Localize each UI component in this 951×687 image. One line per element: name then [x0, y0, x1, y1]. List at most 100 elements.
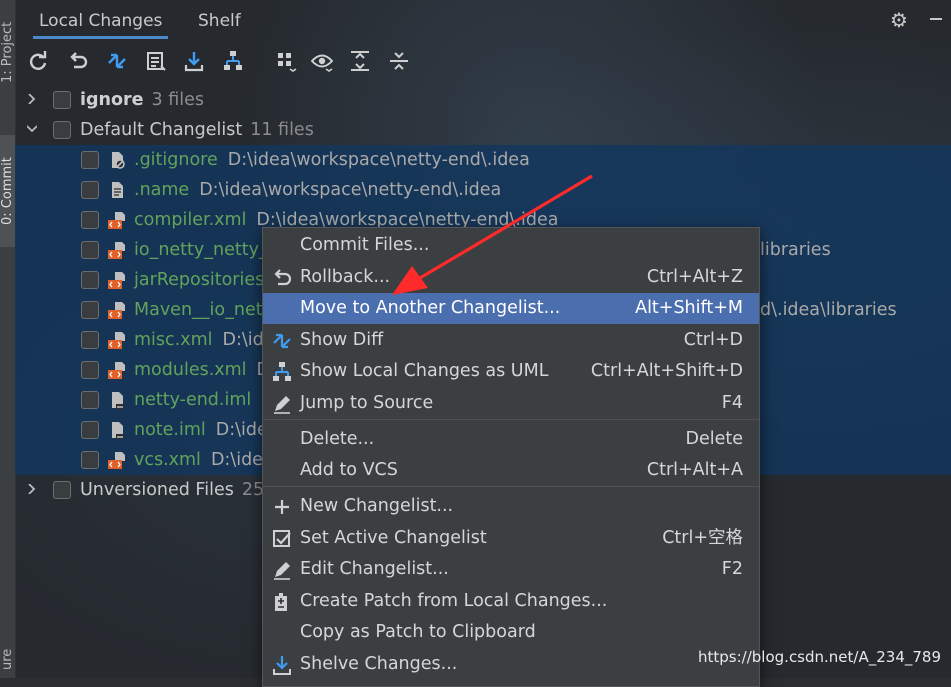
file-name: modules.xml: [134, 360, 247, 380]
diff-icon: [106, 50, 128, 72]
changelist-name: Default Changelist: [80, 120, 242, 140]
menu-item-create-patch[interactable]: Create Patch from Local Changes...: [263, 586, 759, 617]
menu-item-label: Show Diff: [300, 325, 383, 356]
checkbox[interactable]: [81, 301, 99, 319]
checkbox-check-icon: [271, 528, 293, 550]
checkbox[interactable]: [81, 181, 99, 199]
refresh-button[interactable]: [25, 48, 51, 74]
menu-item-show-diff[interactable]: Show DiffCtrl+D: [263, 325, 759, 356]
left-tool-strip: 1: Project 0: Commit ure: [0, 0, 16, 678]
checkbox[interactable]: [81, 151, 99, 169]
menu-item-label: Commit Files...: [300, 230, 429, 261]
view-options-button[interactable]: [309, 48, 335, 74]
menu-item-set-active-changelist[interactable]: Set Active ChangelistCtrl+空格: [263, 523, 759, 554]
checkbox[interactable]: [81, 331, 99, 349]
minimize-icon[interactable]: [930, 18, 942, 20]
gitignore-file-icon: [107, 150, 127, 170]
chevron-right-icon[interactable]: [27, 484, 37, 494]
menu-item-label: Move to Another Changelist...: [300, 293, 560, 324]
menu-item-shortcut: F4: [722, 388, 743, 419]
menu-item-commit-files[interactable]: Commit Files...: [263, 230, 759, 261]
menu-item-shelve-changes[interactable]: Shelve Changes...: [263, 649, 759, 680]
checkbox[interactable]: [81, 361, 99, 379]
iml-file-icon: [107, 420, 127, 440]
checkbox[interactable]: [53, 91, 71, 109]
watermark: https://blog.csdn.net/A_234_789: [698, 648, 941, 666]
edit-pencil-icon: [271, 393, 293, 415]
tab-shelf[interactable]: Shelf: [192, 8, 247, 36]
file-row[interactable]: .nameD:\idea\workspace\netty-end\.idea: [15, 175, 951, 205]
show-diff-button[interactable]: [104, 48, 130, 74]
collapse-all-icon: [388, 50, 410, 72]
menu-item-shortcut: Ctrl+空格: [662, 523, 743, 554]
uml-button[interactable]: [220, 48, 246, 74]
checkbox[interactable]: [81, 241, 99, 259]
menu-item-shortcut: Ctrl+Alt+Shift+D: [591, 356, 743, 387]
menu-item-label: Shelve Changes...: [300, 649, 457, 680]
file-count: 3 files: [152, 90, 204, 110]
menu-item-add-to-vcs[interactable]: Add to VCS Ctrl+Alt+A: [263, 455, 759, 486]
file-path: D:\idea\workspace\netty-end\.idea: [228, 150, 530, 170]
menu-item-show-uml[interactable]: Show Local Changes as UML Ctrl+Alt+Shift+…: [263, 356, 759, 387]
structure-tool-tab[interactable]: ure: [0, 640, 15, 678]
menu-item-label: Add to VCS: [300, 455, 398, 486]
menu-item-delete[interactable]: Delete...Delete: [263, 424, 759, 455]
menu-separator: [263, 419, 759, 420]
file-path: D:\idea\workspace\netty-end\.idea: [199, 180, 501, 200]
xml-file-icon: [107, 240, 127, 260]
checkbox[interactable]: [81, 451, 99, 469]
file-path: D:\ide: [216, 420, 268, 440]
menu-item-label: Create Patch from Local Changes...: [300, 586, 607, 617]
xml-file-icon: [107, 270, 127, 290]
menu-item-jump-to-source[interactable]: Jump to Source F4: [263, 388, 759, 419]
checkbox[interactable]: [81, 391, 99, 409]
uml-icon: [271, 361, 293, 383]
menu-item-move-to-another-changelist[interactable]: Move to Another Changelist... Alt+Shift+M: [263, 293, 759, 324]
file-name: Maven__io_net: [134, 300, 263, 320]
menu-item-copy-as-patch[interactable]: Copy as Patch to Clipboard: [263, 617, 759, 648]
iml-file-icon: [107, 390, 127, 410]
checkbox[interactable]: [81, 421, 99, 439]
menu-item-label: Show Local Changes as UML: [300, 356, 548, 387]
file-row[interactable]: .gitignoreD:\idea\workspace\netty-end\.i…: [15, 145, 951, 175]
menu-item-shortcut: Alt+Shift+M: [635, 293, 743, 324]
file-count: 25: [242, 480, 264, 500]
menu-item-label: Edit Changelist...: [300, 554, 449, 585]
diff-icon: [271, 330, 293, 352]
file-name: netty-end.iml: [134, 390, 251, 410]
changelist-button[interactable]: [143, 48, 169, 74]
project-tab-label: 1: Project: [0, 22, 15, 83]
changelist-default-row[interactable]: Default Changelist11 files: [15, 115, 951, 145]
shelve-button[interactable]: [181, 48, 207, 74]
shelve-icon: [183, 50, 205, 72]
project-tool-tab[interactable]: 1: Project: [0, 0, 15, 105]
collapse-all-button[interactable]: [386, 48, 412, 74]
menu-item-shortcut: Ctrl+Alt+A: [647, 455, 743, 486]
tab-local-changes[interactable]: Local Changes: [33, 8, 168, 39]
menu-item-label: New Changelist...: [300, 491, 453, 522]
commit-tool-tab[interactable]: 0: Commit: [0, 135, 15, 247]
checkbox[interactable]: [81, 271, 99, 289]
uml-icon: [222, 50, 244, 72]
checkbox[interactable]: [53, 121, 71, 139]
checkbox[interactable]: [53, 481, 71, 499]
xml-file-icon: [107, 360, 127, 380]
group-by-icon: [275, 50, 297, 72]
group-by-button[interactable]: [273, 48, 299, 74]
commit-tab-label: 0: Commit: [0, 157, 15, 225]
rollback-button[interactable]: [65, 48, 91, 74]
file-name: misc.xml: [134, 330, 212, 350]
changelist-ignore-row[interactable]: ignore3 files: [15, 85, 951, 115]
checkbox[interactable]: [81, 211, 99, 229]
menu-item-edit-changelist[interactable]: Edit Changelist...F2: [263, 554, 759, 585]
refresh-icon: [27, 50, 49, 72]
xml-file-icon: [107, 450, 127, 470]
menu-item-new-changelist[interactable]: New Changelist...: [263, 491, 759, 522]
gear-icon[interactable]: ⚙: [888, 9, 910, 31]
chevron-down-icon[interactable]: [27, 124, 37, 134]
menu-separator: [263, 486, 759, 487]
menu-item-label: Jump to Source: [300, 388, 433, 419]
chevron-right-icon[interactable]: [27, 94, 37, 104]
expand-all-button[interactable]: [347, 48, 373, 74]
menu-item-rollback[interactable]: Rollback...Ctrl+Alt+Z: [263, 262, 759, 293]
